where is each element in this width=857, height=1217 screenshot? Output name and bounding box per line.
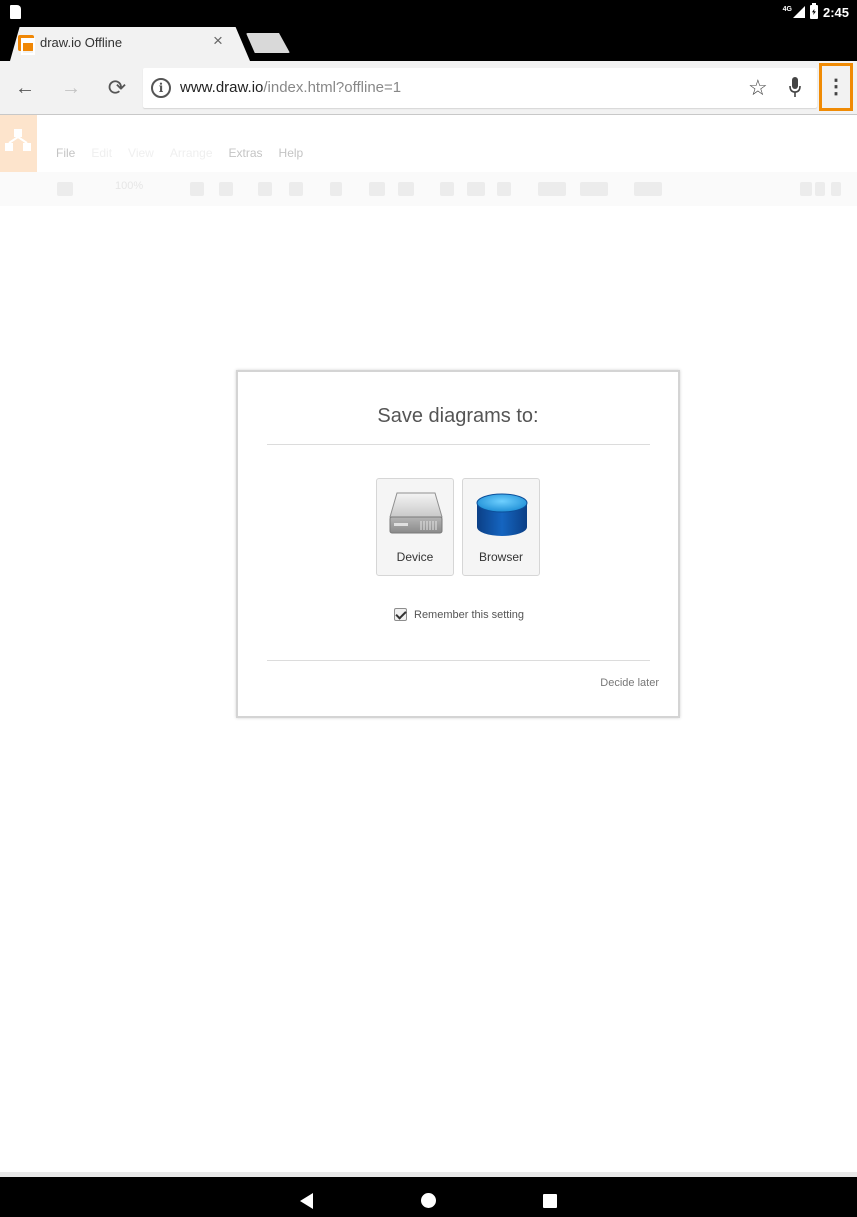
nav-back-icon[interactable] (300, 1193, 313, 1209)
nav-home-icon[interactable] (421, 1193, 436, 1208)
app-header: File Edit View Arrange Extras Help (0, 115, 857, 172)
device-option-label: Device (396, 550, 434, 564)
url-path: /index.html?offline=1 (263, 79, 402, 96)
database-icon (476, 493, 528, 536)
drawio-favicon-icon (18, 35, 35, 55)
dialog-divider-top (267, 444, 650, 445)
dialog-divider-bottom (267, 660, 650, 661)
tab-close-icon[interactable]: × (213, 31, 223, 51)
remember-setting-row: Remember this setting (394, 608, 524, 621)
redo-icon[interactable] (289, 182, 303, 196)
forward-button[interactable]: → (58, 75, 84, 101)
line-color-icon[interactable] (467, 182, 485, 196)
remember-setting-checkbox[interactable] (394, 608, 407, 621)
zoom-level[interactable]: 100% (115, 180, 143, 192)
zoom-in-icon[interactable] (190, 182, 204, 196)
insert-icon[interactable] (634, 182, 662, 196)
info-icon[interactable]: i (151, 78, 171, 98)
tab-title: draw.io Offline (40, 35, 123, 50)
delete-icon[interactable] (330, 182, 342, 196)
battery-charging-icon (809, 3, 818, 19)
waypoints-icon[interactable] (580, 182, 608, 196)
back-button[interactable]: ← (12, 75, 38, 101)
menu-extras[interactable]: Extras (229, 146, 263, 160)
sd-card-icon (10, 5, 21, 19)
zoom-out-icon[interactable] (219, 182, 233, 196)
diagram-toolbar: 100% (0, 172, 857, 206)
menu-arrange[interactable]: Arrange (170, 146, 213, 160)
decide-later-link[interactable]: Decide later (600, 677, 659, 689)
collapse-icon[interactable] (831, 182, 841, 196)
shadow-icon[interactable] (497, 182, 511, 196)
save-location-dialog: Save diagrams to: Device Browser Remembe… (236, 370, 680, 718)
device-option-button[interactable]: Device (376, 478, 454, 576)
dialog-title: Save diagrams to: (377, 405, 539, 427)
signal-icon (792, 6, 805, 18)
menu-help[interactable]: Help (279, 146, 304, 160)
format-panel-icon[interactable] (57, 182, 73, 196)
hard-drive-icon (389, 492, 443, 534)
url-text[interactable]: www.draw.io/index.html?offline=1 (180, 79, 401, 96)
remember-setting-label[interactable]: Remember this setting (414, 609, 524, 621)
nav-recents-icon[interactable] (543, 1194, 557, 1208)
microphone-icon[interactable] (789, 77, 801, 99)
more-vert-icon: ⋮ (826, 76, 846, 98)
browser-toolbar: ← → ⟳ i www.draw.io/index.html?offline=1… (0, 61, 857, 115)
undo-icon[interactable] (258, 182, 272, 196)
fill-color-icon[interactable] (440, 182, 454, 196)
menu-edit[interactable]: Edit (91, 146, 112, 160)
menu-bar: File Edit View Arrange Extras Help (56, 146, 319, 160)
connection-icon[interactable] (538, 182, 566, 196)
status-bar: 4G 2:45 (0, 0, 857, 24)
menu-file[interactable]: File (56, 146, 75, 160)
address-bar[interactable]: i www.draw.io/index.html?offline=1 ☆ (143, 68, 817, 108)
to-front-icon[interactable] (369, 182, 385, 196)
clock: 2:45 (822, 4, 849, 20)
network-type-label: 4G (782, 5, 792, 13)
browser-menu-button[interactable]: ⋮ (819, 63, 853, 111)
url-host: www.draw.io (180, 79, 264, 96)
reload-button[interactable]: ⟳ (104, 75, 130, 101)
format-toggle-icon[interactable] (815, 182, 825, 196)
status-indicators: 4G 2:45 (783, 3, 849, 21)
drawio-logo-icon (5, 129, 31, 151)
new-tab-button[interactable] (246, 33, 290, 53)
to-back-icon[interactable] (398, 182, 414, 196)
menu-view[interactable]: View (128, 146, 154, 160)
drawio-logo (0, 115, 37, 172)
browser-option-label: Browser (478, 550, 523, 564)
android-navigation-bar (0, 1177, 857, 1217)
tab-strip: draw.io Offline × (0, 24, 857, 61)
fullscreen-icon[interactable] (800, 182, 812, 196)
bookmark-star-icon[interactable]: ☆ (748, 75, 768, 101)
browser-option-button[interactable]: Browser (462, 478, 540, 576)
